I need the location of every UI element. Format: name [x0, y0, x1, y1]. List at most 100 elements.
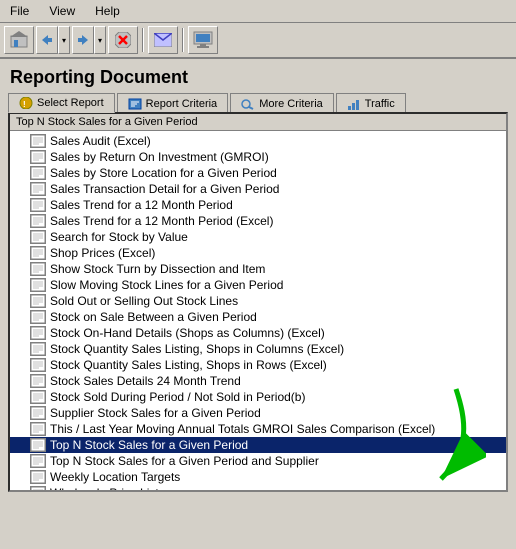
svg-text:!: ! — [23, 100, 26, 109]
list-item-label: Stock on Sale Between a Given Period — [50, 310, 257, 324]
list-item-label: Sales Trend for a 12 Month Period — [50, 198, 233, 212]
tab-more-criteria-icon — [241, 98, 255, 110]
list-item[interactable]: Slow Moving Stock Lines for a Given Peri… — [10, 277, 506, 293]
list-item-label: Top N Stock Sales for a Given Period — [50, 438, 248, 452]
list-item-label: Supplier Stock Sales for a Given Period — [50, 406, 261, 420]
list-item-label: Shop Prices (Excel) — [50, 246, 155, 260]
report-icon — [30, 166, 46, 180]
list-item-label: Sales by Return On Investment (GMROI) — [50, 150, 269, 164]
report-icon — [30, 294, 46, 308]
list-item[interactable]: Stock Quantity Sales Listing, Shops in C… — [10, 341, 506, 357]
tabs: ! Select Report Report Criteria More Cri… — [0, 92, 516, 112]
content-area[interactable]: Top N Stock Sales for a Given Period Sal… — [8, 112, 508, 492]
tab-traffic-label: Traffic — [365, 98, 395, 110]
report-icon — [30, 470, 46, 484]
list-item-label: Stock Quantity Sales Listing, Shops in C… — [50, 342, 344, 356]
toolbar-fwd-btn[interactable] — [72, 26, 94, 54]
report-icon — [30, 246, 46, 260]
toolbar: ▾ ▾ — [0, 23, 516, 59]
list-item-label: Slow Moving Stock Lines for a Given Peri… — [50, 278, 283, 292]
tab-traffic[interactable]: Traffic — [336, 93, 406, 113]
list-item[interactable]: Sales Trend for a 12 Month Period (Excel… — [10, 213, 506, 229]
tab-traffic-icon — [347, 98, 361, 110]
toolbar-back-btn[interactable] — [36, 26, 58, 54]
report-list: Sales Audit (Excel) Sales by Return On I… — [10, 131, 506, 492]
list-item[interactable]: Sold Out or Selling Out Stock Lines — [10, 293, 506, 309]
list-item-label: Stock Quantity Sales Listing, Shops in R… — [50, 358, 327, 372]
list-item-label: Search for Stock by Value — [50, 230, 188, 244]
toolbar-stop-btn[interactable] — [108, 26, 138, 54]
tab-report-criteria[interactable]: Report Criteria — [117, 93, 229, 113]
report-icon — [30, 358, 46, 372]
report-icon — [30, 438, 46, 452]
list-item-label: Wholesale Price List — [50, 486, 159, 492]
list-item[interactable]: Stock on Sale Between a Given Period — [10, 309, 506, 325]
menu-view[interactable]: View — [43, 2, 81, 20]
report-icon — [30, 214, 46, 228]
menubar: File View Help — [0, 0, 516, 23]
list-item[interactable]: Sales Audit (Excel) — [10, 133, 506, 149]
tab-more-criteria[interactable]: More Criteria — [230, 93, 334, 113]
list-item[interactable]: Stock Sold During Period / Not Sold in P… — [10, 389, 506, 405]
list-item-label: Stock Sales Details 24 Month Trend — [50, 374, 241, 388]
report-icon — [30, 278, 46, 292]
list-item-label: Weekly Location Targets — [50, 470, 180, 484]
list-item[interactable]: Show Stock Turn by Dissection and Item — [10, 261, 506, 277]
report-icon — [30, 342, 46, 356]
list-item-label: Stock On-Hand Details (Shops as Columns)… — [50, 326, 325, 340]
page-title: Reporting Document — [0, 59, 516, 92]
report-icon — [30, 182, 46, 196]
report-icon — [30, 422, 46, 436]
list-item-label: Sales Transaction Detail for a Given Per… — [50, 182, 279, 196]
toolbar-back-arrow[interactable]: ▾ — [58, 26, 70, 54]
list-item[interactable]: Wholesale Price List — [10, 485, 506, 492]
list-item[interactable]: Stock Quantity Sales Listing, Shops in R… — [10, 357, 506, 373]
list-item[interactable]: Sales by Return On Investment (GMROI) — [10, 149, 506, 165]
breadcrumb: Top N Stock Sales for a Given Period — [10, 114, 506, 131]
list-item-label: Sales by Store Location for a Given Peri… — [50, 166, 277, 180]
tab-select-report-icon: ! — [19, 97, 33, 109]
list-item[interactable]: Search for Stock by Value — [10, 229, 506, 245]
list-item[interactable]: This / Last Year Moving Annual Totals GM… — [10, 421, 506, 437]
report-icon — [30, 134, 46, 148]
report-icon — [30, 374, 46, 388]
menu-file[interactable]: File — [4, 2, 35, 20]
list-item-label: Sales Trend for a 12 Month Period (Excel… — [50, 214, 273, 228]
tab-select-report-label: Select Report — [37, 97, 104, 109]
list-item-label: Sold Out or Selling Out Stock Lines — [50, 294, 238, 308]
list-item-label: This / Last Year Moving Annual Totals GM… — [50, 422, 435, 436]
tab-select-report[interactable]: ! Select Report — [8, 93, 115, 113]
tab-report-criteria-label: Report Criteria — [146, 98, 218, 110]
toolbar-email-btn[interactable] — [148, 26, 178, 54]
report-icon — [30, 262, 46, 276]
list-item[interactable]: Sales by Store Location for a Given Peri… — [10, 165, 506, 181]
report-icon — [30, 406, 46, 420]
toolbar-fwd-arrow[interactable]: ▾ — [94, 26, 106, 54]
list-item-label: Stock Sold During Period / Not Sold in P… — [50, 390, 305, 404]
report-icon — [30, 198, 46, 212]
list-item-label: Show Stock Turn by Dissection and Item — [50, 262, 265, 276]
list-item[interactable]: Sales Trend for a 12 Month Period — [10, 197, 506, 213]
report-icon — [30, 230, 46, 244]
toolbar-home-btn[interactable] — [4, 26, 34, 54]
list-item[interactable]: Top N Stock Sales for a Given Period and… — [10, 453, 506, 469]
report-icon — [30, 486, 46, 492]
report-icon — [30, 454, 46, 468]
list-item[interactable]: Shop Prices (Excel) — [10, 245, 506, 261]
toolbar-computer-btn[interactable] — [188, 26, 218, 54]
list-item[interactable]: Stock On-Hand Details (Shops as Columns)… — [10, 325, 506, 341]
list-item[interactable]: Stock Sales Details 24 Month Trend — [10, 373, 506, 389]
report-icon — [30, 326, 46, 340]
list-item[interactable]: Supplier Stock Sales for a Given Period — [10, 405, 506, 421]
toolbar-sep-2 — [182, 28, 184, 52]
report-icon — [30, 390, 46, 404]
toolbar-sep-1 — [142, 28, 144, 52]
report-icon — [30, 150, 46, 164]
list-item[interactable]: Weekly Location Targets — [10, 469, 506, 485]
list-item-label: Top N Stock Sales for a Given Period and… — [50, 454, 319, 468]
tab-more-criteria-label: More Criteria — [259, 98, 323, 110]
list-item[interactable]: Sales Transaction Detail for a Given Per… — [10, 181, 506, 197]
report-icon — [30, 310, 46, 324]
list-item[interactable]: Top N Stock Sales for a Given Period — [10, 437, 506, 453]
menu-help[interactable]: Help — [89, 2, 126, 20]
